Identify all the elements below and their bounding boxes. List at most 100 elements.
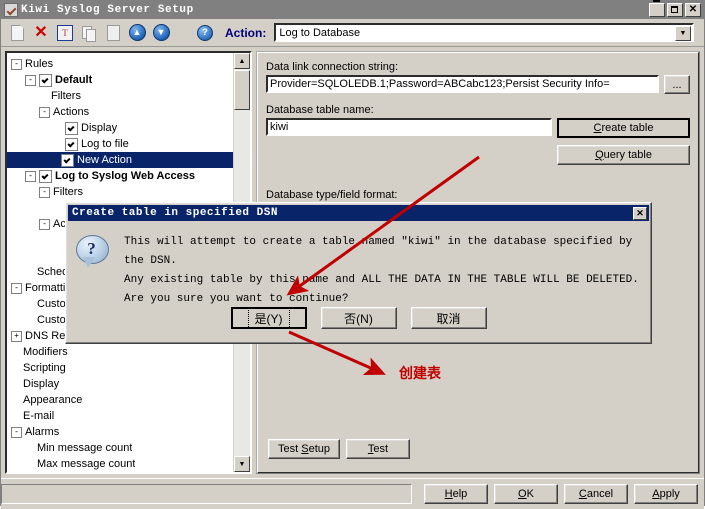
- test-button[interactable]: Test: [346, 439, 410, 459]
- paste-button[interactable]: [101, 22, 125, 44]
- new-button[interactable]: [5, 22, 29, 44]
- collapse-icon[interactable]: -: [25, 170, 36, 182]
- move-up-icon: ▲: [128, 24, 146, 41]
- close-icon: ✕: [636, 208, 644, 218]
- copy-button[interactable]: [77, 22, 101, 44]
- scrollbar-thumb[interactable]: [234, 70, 250, 110]
- help-footer-button[interactable]: Help: [424, 484, 488, 504]
- tree-item[interactable]: Display: [11, 376, 250, 392]
- collapse-icon[interactable]: -: [39, 218, 50, 230]
- apply-button[interactable]: Apply: [634, 484, 698, 504]
- cancel-label: Cancel: [578, 488, 614, 500]
- dialog-buttons: 是(Y) 否(N) 取消: [66, 307, 651, 329]
- tree-item-label: New Action: [77, 154, 133, 166]
- scroll-up-button[interactable]: ▲: [234, 53, 250, 69]
- tree-item[interactable]: Display: [11, 120, 250, 136]
- create-table-dialog: Create table in specified DSN ✕ ? This w…: [65, 202, 652, 344]
- new-icon: [10, 24, 24, 41]
- tree-item[interactable]: Max message count: [11, 456, 250, 472]
- tree-item-checkbox[interactable]: [65, 121, 78, 135]
- tree-item-label: Rules: [25, 58, 54, 70]
- tree-item[interactable]: - Log to Syslog Web Access: [11, 168, 250, 184]
- tree-item[interactable]: - Rules: [11, 56, 250, 72]
- dialog-titlebar: Create table in specified DSN ✕: [68, 205, 649, 221]
- annotation-note: 创建表: [399, 365, 441, 381]
- test-setup-button[interactable]: Test Setup: [268, 439, 340, 459]
- dialog-close-button[interactable]: ✕: [633, 206, 647, 220]
- help-button[interactable]: ?: [193, 22, 217, 44]
- maximize-button[interactable]: [667, 3, 683, 17]
- table-name-input[interactable]: kiwi: [266, 118, 552, 136]
- tree-item[interactable]: - Alarms: [11, 424, 250, 440]
- ok-button[interactable]: OK: [494, 484, 558, 504]
- browse-connection-button[interactable]: ...: [664, 75, 690, 94]
- dialog-yes-label: 是(Y): [247, 307, 290, 329]
- action-label: Action:: [225, 25, 267, 40]
- test-setup-label: Test Setup: [278, 443, 330, 455]
- create-table-label: Create table: [593, 122, 654, 134]
- tree-item[interactable]: Min message count: [11, 440, 250, 456]
- dialog-no-button[interactable]: 否(N): [320, 307, 397, 329]
- dialog-yes-button[interactable]: 是(Y): [230, 307, 307, 329]
- scroll-down-button[interactable]: ▼: [234, 456, 250, 472]
- minimize-button[interactable]: [649, 0, 665, 17]
- tree-item-label: Log to Syslog Web Access: [55, 170, 195, 182]
- tree-item-label: Custo: [37, 298, 66, 310]
- tree-item[interactable]: Log to file: [11, 136, 250, 152]
- chevron-down-icon[interactable]: ▼: [675, 26, 691, 41]
- collapse-icon[interactable]: -: [25, 74, 36, 86]
- tree-item-label: Modifiers: [23, 346, 68, 358]
- tree-item-checkbox[interactable]: [65, 137, 78, 151]
- tree-item-label: Filters: [51, 90, 81, 102]
- collapse-icon[interactable]: -: [39, 106, 50, 118]
- status-bar: [1, 484, 412, 504]
- move-up-button[interactable]: ▲: [125, 22, 149, 44]
- app-icon: [4, 3, 18, 17]
- collapse-icon[interactable]: -: [11, 426, 22, 438]
- delete-button[interactable]: ✕: [29, 22, 53, 44]
- tree-item-checkbox[interactable]: [39, 169, 52, 183]
- tree-item-label: Actions: [53, 106, 90, 118]
- connection-string-input[interactable]: Provider=SQLOLEDB.1;Password=ABCabc123;P…: [266, 75, 659, 93]
- query-table-label: Query table: [595, 149, 652, 161]
- table-name-label: Database table name:: [266, 104, 374, 116]
- tree-item-checkbox[interactable]: [61, 153, 74, 167]
- tree-item[interactable]: New Action: [7, 152, 250, 168]
- collapse-icon[interactable]: -: [11, 282, 22, 294]
- copy-icon: [82, 25, 96, 42]
- query-table-button[interactable]: Query table: [557, 145, 690, 165]
- tree-item[interactable]: Appearance: [11, 392, 250, 408]
- tree-item-label: Display: [81, 122, 118, 134]
- action-combobox[interactable]: Log to Database ▼: [274, 23, 694, 42]
- tree-item[interactable]: - Actions: [11, 104, 250, 120]
- close-button[interactable]: ✕: [685, 3, 701, 17]
- window-controls: ✕: [649, 0, 701, 17]
- collapse-icon[interactable]: -: [11, 58, 22, 70]
- tree-item[interactable]: - Default: [11, 72, 250, 88]
- tree-item[interactable]: Modifiers: [11, 344, 250, 360]
- ok-label: OK: [518, 488, 534, 500]
- collapse-icon[interactable]: -: [39, 186, 50, 198]
- main-toolbar: ✕ T ▲ ▼ ? Action: Log to Database ▼: [1, 19, 704, 47]
- dialog-cancel-button[interactable]: 取消: [410, 307, 487, 329]
- tree-item-checkbox[interactable]: [39, 73, 52, 87]
- move-down-button[interactable]: ▼: [149, 22, 173, 44]
- cancel-button[interactable]: Cancel: [564, 484, 628, 504]
- tree-item[interactable]: Filters: [11, 88, 250, 104]
- tree-item[interactable]: - Filters: [11, 184, 250, 200]
- create-table-button[interactable]: Create table: [557, 118, 690, 138]
- dialog-body: ? This will attempt to create a table na…: [66, 223, 651, 309]
- tree-item[interactable]: Scripting: [11, 360, 250, 376]
- rename-button[interactable]: T: [53, 22, 77, 44]
- tree-item[interactable]: E-mail: [11, 408, 250, 424]
- expand-icon[interactable]: +: [11, 330, 22, 342]
